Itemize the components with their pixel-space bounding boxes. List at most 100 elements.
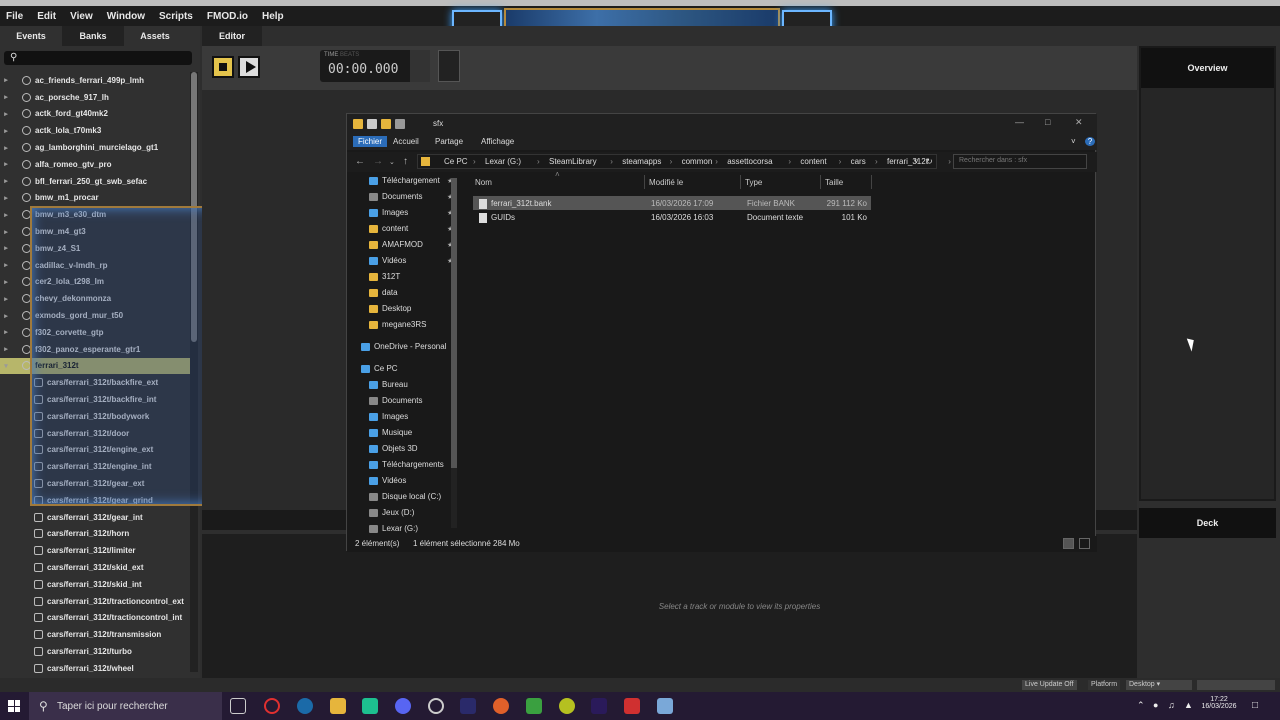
breadcrumb-arrow-icon[interactable]: › bbox=[788, 157, 791, 166]
ribbon-tab-affichage[interactable]: Affichage bbox=[481, 137, 514, 146]
bank-event-row[interactable]: cars/ferrari_312t/tractioncontrol_ext bbox=[0, 593, 190, 610]
steam-icon[interactable] bbox=[297, 698, 313, 714]
address-bar[interactable]: Ce PC › Lexar (G:) › SteamLibrary › steamapps ›… bbox=[417, 154, 970, 169]
breadcrumb-3[interactable]: steamapps bbox=[622, 157, 661, 166]
up-arrow-icon[interactable]: ↑ bbox=[403, 156, 408, 167]
notification-icon[interactable]: □ bbox=[1252, 700, 1258, 711]
nav-item-videos[interactable]: Vidéos★ bbox=[369, 256, 453, 265]
stop-button[interactable] bbox=[212, 56, 234, 78]
app-green-icon[interactable] bbox=[559, 698, 575, 714]
menu-item-help[interactable]: Help bbox=[262, 11, 284, 22]
expand-arrow-icon[interactable]: ▸ bbox=[0, 345, 12, 353]
bank-row[interactable]: ▸ bfl_ferrari_250_gt_swb_sefac bbox=[0, 173, 190, 190]
tab-banks[interactable]: Banks bbox=[62, 26, 124, 46]
tiles-view-icon[interactable] bbox=[1079, 538, 1090, 549]
refresh-icon[interactable]: ↻ bbox=[926, 157, 933, 166]
bank-row[interactable]: ▸ ag_lamborghini_murcielago_gt1 bbox=[0, 139, 190, 156]
nav-item-download[interactable]: Téléchargements bbox=[369, 460, 444, 469]
nav-item-folder[interactable]: data bbox=[369, 288, 398, 297]
nav-scrollbar[interactable] bbox=[451, 178, 457, 528]
breadcrumb-arrow-icon[interactable]: › bbox=[948, 157, 951, 166]
column-header-3[interactable]: Taille bbox=[825, 178, 843, 187]
breadcrumb-2[interactable]: SteamLibrary bbox=[549, 157, 597, 166]
bank-row[interactable]: ▸ actk_ford_gt40mk2 bbox=[0, 106, 190, 123]
details-view-icon[interactable] bbox=[1063, 538, 1074, 549]
nav-item-pc[interactable]: Ce PC bbox=[361, 364, 398, 373]
live-update-button[interactable]: Live Update Off bbox=[1022, 680, 1077, 690]
nav-item-folder[interactable]: AMAFMOD★ bbox=[369, 240, 453, 249]
microphone-icon[interactable]: ● bbox=[1153, 700, 1158, 710]
bank-event-row[interactable]: cars/ferrari_312t/skid_int bbox=[0, 576, 190, 593]
nav-item-images[interactable]: Images★ bbox=[369, 208, 453, 217]
column-separator[interactable] bbox=[871, 175, 872, 189]
breadcrumb-8[interactable]: ferrari_312t bbox=[887, 157, 928, 166]
bank-row[interactable]: ▸ ac_porsche_917_lh bbox=[0, 89, 190, 106]
column-header-0[interactable]: Nom bbox=[475, 178, 492, 187]
breadcrumb-arrow-icon[interactable]: › bbox=[473, 157, 476, 166]
bank-event-row[interactable]: cars/ferrari_312t/horn bbox=[0, 526, 190, 543]
menu-item-file[interactable]: File bbox=[6, 11, 23, 22]
nav-scroll-thumb[interactable] bbox=[451, 178, 457, 468]
expand-arrow-icon[interactable]: ▸ bbox=[0, 93, 12, 101]
bank-row[interactable]: ▸ bmw_m1_procar bbox=[0, 190, 190, 207]
taskbar-search[interactable]: ⚲ Taper ici pour rechercher bbox=[29, 692, 222, 720]
expand-arrow-icon[interactable]: ▸ bbox=[0, 278, 12, 286]
file-explorer-icon[interactable] bbox=[330, 698, 346, 714]
nav-item-drive[interactable]: Jeux (D:) bbox=[369, 508, 414, 517]
expand-arrow-icon[interactable]: ▸ bbox=[0, 160, 12, 168]
breadcrumb-5[interactable]: assettocorsa bbox=[727, 157, 772, 166]
expand-arrow-icon[interactable]: ▸ bbox=[0, 76, 12, 84]
nav-item-desktop[interactable]: Bureau bbox=[369, 380, 408, 389]
menu-item-edit[interactable]: Edit bbox=[37, 11, 56, 22]
expand-arrow-icon[interactable]: ▸ bbox=[0, 110, 12, 118]
rename-icon[interactable] bbox=[395, 119, 405, 129]
address-dropdown-icon[interactable]: ˅ bbox=[914, 157, 919, 166]
breadcrumb-0[interactable]: Ce PC bbox=[444, 157, 468, 166]
nav-item-music[interactable]: Musique bbox=[369, 428, 412, 437]
breadcrumb-arrow-icon[interactable]: › bbox=[839, 157, 842, 166]
nav-item-documents[interactable]: Documents★ bbox=[369, 192, 453, 201]
nav-item-documents[interactable]: Documents bbox=[369, 396, 422, 405]
task-view-icon[interactable] bbox=[230, 698, 246, 714]
tab-events[interactable]: Events bbox=[0, 26, 62, 46]
expand-arrow-icon[interactable]: ▸ bbox=[0, 177, 12, 185]
nav-item-cloud[interactable]: OneDrive - Personal bbox=[361, 342, 446, 351]
audition-icon[interactable] bbox=[460, 698, 476, 714]
menu-item-scripts[interactable]: Scripts bbox=[159, 11, 193, 22]
loop-toggle-button[interactable] bbox=[438, 50, 460, 82]
spotify-icon[interactable] bbox=[428, 698, 444, 714]
windows-start-icon[interactable] bbox=[8, 700, 20, 712]
bank-event-row[interactable]: cars/ferrari_312t/tractioncontrol_int bbox=[0, 610, 190, 627]
bank-event-row[interactable]: cars/ferrari_312t/turbo bbox=[0, 643, 190, 660]
recent-chevron-icon[interactable]: ⌄ bbox=[389, 158, 395, 166]
bank-event-row[interactable]: cars/ferrari_312t/transmission bbox=[0, 626, 190, 643]
bank-row[interactable]: ▸ ac_friends_ferrari_499p_lmh bbox=[0, 72, 190, 89]
app-blue-icon[interactable] bbox=[657, 698, 673, 714]
maximize-icon[interactable]: □ bbox=[1045, 117, 1050, 127]
expand-arrow-icon[interactable]: ▸ bbox=[0, 228, 12, 236]
nav-item-images[interactable]: Images bbox=[369, 412, 408, 421]
bank-row[interactable]: ▸ actk_lola_t70mk3 bbox=[0, 122, 190, 139]
clock[interactable]: 17:22 16/03/2026 bbox=[1198, 696, 1240, 710]
properties-icon[interactable] bbox=[367, 119, 377, 129]
expand-arrow-icon[interactable]: ▸ bbox=[0, 261, 12, 269]
tab-editor[interactable]: Editor bbox=[202, 26, 262, 46]
breadcrumb-1[interactable]: Lexar (G:) bbox=[485, 157, 521, 166]
nav-item-download[interactable]: Téléchargement★ bbox=[369, 176, 453, 185]
nav-item-folder[interactable]: Desktop bbox=[369, 304, 411, 313]
blender-icon[interactable] bbox=[493, 698, 509, 714]
expand-arrow-icon[interactable]: ▸ bbox=[0, 194, 12, 202]
nav-item-folder[interactable]: content★ bbox=[369, 224, 453, 233]
opera-icon[interactable] bbox=[264, 698, 280, 714]
tray-chevron-icon[interactable]: ⌃ bbox=[1137, 700, 1145, 711]
ribbon-tab-fichier[interactable]: Fichier bbox=[353, 136, 388, 147]
network-icon[interactable]: ▲ bbox=[1184, 700, 1193, 710]
app-active-icon[interactable] bbox=[362, 698, 378, 714]
expand-arrow-icon[interactable]: ▸ bbox=[0, 144, 12, 152]
expand-arrow-icon[interactable]: ▾ bbox=[0, 362, 12, 370]
breadcrumb-6[interactable]: content bbox=[800, 157, 826, 166]
volume-icon[interactable]: ♫ bbox=[1168, 700, 1175, 710]
explorer-search-input[interactable]: Rechercher dans : sfx bbox=[953, 154, 1087, 169]
help-icon[interactable]: ? bbox=[1085, 137, 1095, 146]
app-red-icon[interactable] bbox=[624, 698, 640, 714]
